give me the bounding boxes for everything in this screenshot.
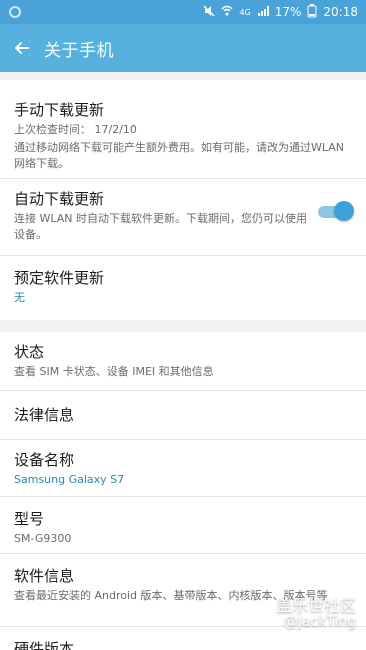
status-right: 4G 17% 20:18 xyxy=(203,0,358,24)
item-title: 预定软件更新 xyxy=(14,269,105,287)
item-title: 自动下载更新 xyxy=(14,190,105,208)
item-title: 设备名称 xyxy=(14,451,75,469)
battery-icon xyxy=(307,3,317,21)
item-value: SM-G9300 xyxy=(14,532,72,545)
item-subtitle: 连接 WLAN 时自动下载软件更新。下载期间，您仍可以使用设备。 xyxy=(14,212,308,241)
item-title: 状态 xyxy=(14,343,45,361)
arrow-left-icon xyxy=(15,42,29,54)
auto-update-item[interactable]: 自动下载更新 连接 WLAN 时自动下载软件更新。下载期间，您仍可以使用设备。 xyxy=(0,179,366,255)
status-bar: 4G 17% 20:18 xyxy=(0,0,366,24)
item-title: 型号 xyxy=(14,510,45,528)
back-button[interactable] xyxy=(0,24,44,72)
mute-icon xyxy=(203,4,215,20)
legal-info-item[interactable]: 法律信息 xyxy=(0,391,366,439)
item-title: 手动下载更新 xyxy=(14,101,105,119)
signal-icon xyxy=(257,5,269,20)
status-item[interactable]: 状态 查看 SIM 卡状态、设备 IMEI 和其他信息 xyxy=(0,332,366,390)
battery-percent: 17% xyxy=(274,5,302,19)
item-value: Samsung Galaxy S7 xyxy=(14,473,125,486)
item-title: 法律信息 xyxy=(14,406,75,424)
app-bar: 关于手机 xyxy=(0,24,366,72)
item-subtitle: 查看 SIM 卡状态、设备 IMEI 和其他信息 xyxy=(14,365,214,378)
item-value: 无 xyxy=(14,291,25,304)
network-type: 4G xyxy=(239,7,251,17)
auto-update-toggle[interactable] xyxy=(318,201,354,221)
device-name-item[interactable]: 设备名称 Samsung Galaxy S7 xyxy=(0,440,366,496)
item-title: 硬件版本 xyxy=(14,640,75,650)
item-subtitle: 上次检查时间： 17/2/10 xyxy=(14,123,137,136)
watermark-title: 盖乐世社区 xyxy=(275,596,356,615)
model-item[interactable]: 型号 SM-G9300 xyxy=(0,497,366,553)
watermark: 盖乐世社区 @JackTing xyxy=(236,592,356,640)
app-notification-icon xyxy=(8,4,22,23)
item-title: 软件信息 xyxy=(14,567,75,585)
watermark-handle: @JackTing xyxy=(283,614,356,630)
wifi-icon xyxy=(221,5,233,20)
software-update-section: 手动下载更新 上次检查时间： 17/2/10 通过移动网络下载可能产生额外费用。… xyxy=(0,80,366,320)
item-subtitle-2: 通过移动网络下载可能产生额外费用。如有可能，请改为通过WLAN 网络下载。 xyxy=(14,141,345,170)
page-title: 关于手机 xyxy=(44,40,114,61)
scheduled-update-item[interactable]: 预定软件更新 无 xyxy=(0,256,366,320)
manual-update-item[interactable]: 手动下载更新 上次检查时间： 17/2/10 通过移动网络下载可能产生额外费用。… xyxy=(0,80,366,178)
clock: 20:18 xyxy=(323,5,358,19)
settings-content: 手动下载更新 上次检查时间： 17/2/10 通过移动网络下载可能产生额外费用。… xyxy=(0,72,366,650)
